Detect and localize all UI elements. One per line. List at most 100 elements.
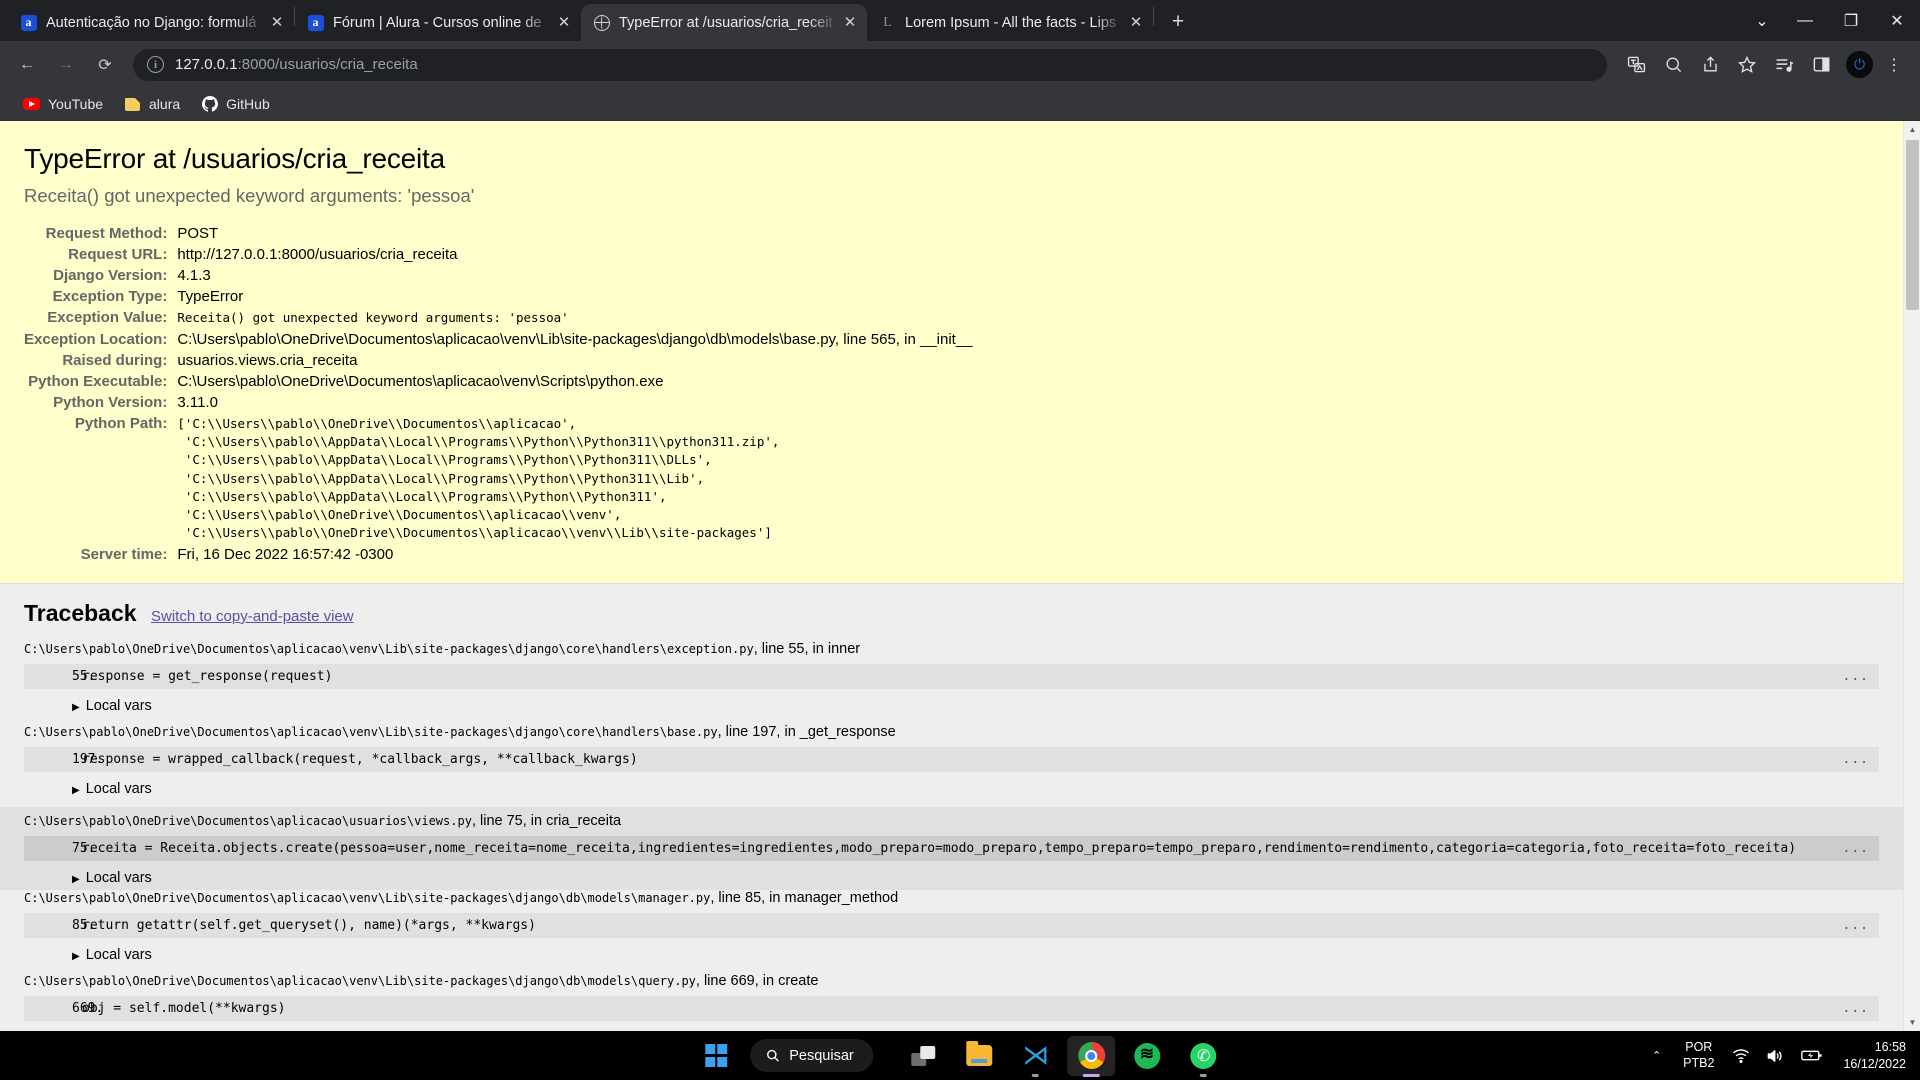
- tab-close-icon[interactable]: ✕: [839, 12, 861, 34]
- back-icon[interactable]: ←: [10, 48, 44, 82]
- frame-lineno: 75.: [72, 841, 96, 856]
- close-window-button[interactable]: ✕: [1874, 0, 1920, 41]
- error-subtitle: Receita() got unexpected keyword argumen…: [24, 185, 475, 206]
- meta-value: POST: [177, 225, 219, 242]
- clock-time: 16:58: [1874, 1040, 1906, 1055]
- switch-to-copy-paste-view-link[interactable]: Switch to copy-and-paste view: [151, 608, 354, 625]
- browser-toolbar: ← → ⟳ i 127.0.0.1:8000/usuarios/cria_rec…: [0, 41, 1920, 88]
- taskbar-item-task-view[interactable]: [900, 1036, 948, 1076]
- tab-0[interactable]: a Autenticação no Django: formulá ✕: [8, 4, 294, 41]
- ellipsis-icon: ...: [1842, 669, 1869, 684]
- table-row-server-time: Server time: Fri, 16 Dec 2022 16:57:42 -…: [24, 544, 973, 565]
- side-panel-icon[interactable]: [1805, 49, 1837, 81]
- youtube-icon: [23, 96, 40, 113]
- scrollbar-thumb[interactable]: [1906, 140, 1919, 310]
- tab-close-icon[interactable]: ✕: [1125, 12, 1147, 34]
- running-indicator: [1032, 1073, 1040, 1077]
- wifi-icon[interactable]: [1724, 1048, 1758, 1063]
- taskbar-item-google-chrome[interactable]: [1067, 1035, 1116, 1077]
- bookmark-alura-folder[interactable]: alura: [115, 92, 189, 117]
- tab-2-active[interactable]: TypeError at /usuarios/cria_receit ✕: [581, 4, 867, 41]
- frame-location: C:\Users\pablo\OneDrive\Documentos\aplic…: [24, 973, 1879, 989]
- bookmark-youtube[interactable]: YouTube: [14, 92, 112, 117]
- share-icon[interactable]: [1694, 49, 1726, 81]
- new-tab-button[interactable]: +: [1162, 6, 1194, 38]
- page-title: TypeError at /usuarios/cria_receita: [24, 143, 445, 174]
- screen: a Autenticação no Django: formulá ✕ a Fó…: [0, 0, 1920, 1080]
- meta-label: Python Executable:: [28, 373, 168, 391]
- local-vars-toggle[interactable]: ▶ Local vars: [24, 947, 1879, 963]
- reload-icon[interactable]: ⟳: [88, 48, 122, 82]
- frame-code-line[interactable]: 55. response = get_response(request)...: [24, 664, 1879, 689]
- translate-icon[interactable]: [1620, 49, 1652, 81]
- traceback-frame-3: C:\Users\pablo\OneDrive\Documentos\aplic…: [24, 890, 1879, 963]
- running-indicator: [1200, 1073, 1208, 1077]
- active-indicator: [1083, 1073, 1101, 1077]
- tab-1[interactable]: a Fórum | Alura - Cursos online de ✕: [295, 4, 581, 41]
- local-vars-toggle[interactable]: ▶ Local vars: [24, 870, 1879, 886]
- tab-close-icon[interactable]: ✕: [553, 12, 575, 34]
- url-text: 127.0.0.1:8000/usuarios/cria_receita: [175, 56, 418, 73]
- frame-tail: , line 197, in _get_response: [717, 724, 896, 740]
- volume-icon[interactable]: [1758, 1048, 1793, 1064]
- search-icon: [765, 1048, 780, 1063]
- bookmark-label: alura: [149, 96, 181, 112]
- bookmark-github[interactable]: GitHub: [192, 92, 279, 117]
- battery-charging-icon[interactable]: [1793, 1048, 1831, 1063]
- frame-tail: , line 75, in cria_receita: [471, 813, 622, 829]
- local-vars-toggle[interactable]: ▶ Local vars: [24, 698, 1879, 714]
- meta-label: Raised during:: [62, 352, 168, 370]
- start-button[interactable]: [692, 1036, 740, 1076]
- forward-icon[interactable]: →: [49, 48, 83, 82]
- frame-code-line[interactable]: 669. obj = self.model(**kwargs)...: [24, 996, 1879, 1021]
- tray-expand-chevron-icon[interactable]: ⌃: [1640, 1049, 1673, 1062]
- tab-close-icon[interactable]: ✕: [266, 12, 288, 34]
- search-icon[interactable]: [1657, 49, 1689, 81]
- frame-code-line[interactable]: 75. receita = Receita.objects.create(pess…: [24, 836, 1879, 861]
- chevron-down-icon[interactable]: ⌄: [1742, 0, 1782, 41]
- taskbar-item-spotify[interactable]: [1124, 1036, 1172, 1076]
- table-row: Python Version: 3.11.0: [24, 392, 973, 413]
- meta-label: Server time:: [80, 546, 168, 563]
- table-row: Exception Value: Receita() got unexpecte…: [24, 307, 973, 329]
- spotify-icon: [1134, 1042, 1161, 1069]
- triangle-right-icon: ▶: [72, 874, 80, 885]
- address-bar[interactable]: i 127.0.0.1:8000/usuarios/cria_receita: [133, 48, 1607, 81]
- taskbar-item-vs-code[interactable]: ⋊: [1012, 1036, 1060, 1077]
- tab-title: Fórum | Alura - Cursos online de: [333, 14, 542, 31]
- site-info-icon[interactable]: i: [147, 56, 164, 73]
- taskbar-item-whatsapp[interactable]: ✆: [1180, 1036, 1228, 1077]
- meta-value: Receita() got unexpected keyword argumen…: [177, 310, 569, 325]
- local-vars-toggle[interactable]: ▶ Local vars: [24, 781, 1879, 797]
- search-label: Pesquisar: [789, 1047, 854, 1064]
- scroll-down-icon[interactable]: ▼: [1904, 1014, 1920, 1031]
- error-meta-table: Request Method: POST Request URL: http:/…: [24, 223, 973, 565]
- reading-list-icon[interactable]: [1768, 49, 1800, 81]
- minimize-button[interactable]: —: [1782, 0, 1828, 41]
- taskbar-search[interactable]: Pesquisar: [750, 1039, 874, 1072]
- folder-icon: [124, 96, 141, 113]
- chrome-menu-icon[interactable]: ⋮: [1878, 49, 1910, 81]
- frame-lineno: 669.: [72, 1001, 104, 1016]
- traceback-frames: C:\Users\pablo\OneDrive\Documentos\aplic…: [0, 641, 1903, 1021]
- language-indicator[interactable]: POR PTB2: [1673, 1040, 1724, 1071]
- frame-path: C:\Users\pablo\OneDrive\Documentos\aplic…: [24, 974, 696, 988]
- frame-code-line[interactable]: 197. response = wrapped_callback(request,…: [24, 747, 1879, 772]
- windows-logo-icon: [705, 1044, 728, 1067]
- table-row: Request Method: POST: [24, 223, 973, 244]
- triangle-right-icon: ▶: [72, 702, 80, 713]
- frame-code: receita = Receita.objects.create(pessoa=…: [82, 841, 1797, 856]
- profile-avatar[interactable]: ⏻: [1846, 51, 1873, 78]
- scroll-up-icon[interactable]: ▲: [1904, 121, 1920, 138]
- frame-tail: , line 669, in create: [695, 973, 819, 989]
- tab-3[interactable]: L Lorem Ipsum - All the facts - Lips ✕: [867, 4, 1153, 41]
- taskbar-item-file-explorer[interactable]: [956, 1036, 1004, 1076]
- clock[interactable]: 16:58 16/12/2022: [1831, 1039, 1906, 1072]
- frame-lineno: 55.: [72, 669, 96, 684]
- vertical-scrollbar[interactable]: ▲ ▼: [1903, 121, 1920, 1031]
- meta-label: Request Method:: [45, 225, 168, 242]
- traceback-frame-4: C:\Users\pablo\OneDrive\Documentos\aplic…: [24, 973, 1879, 1021]
- frame-code-line[interactable]: 85. return getattr(self.get_queryset(), n…: [24, 913, 1879, 938]
- bookmark-star-icon[interactable]: [1731, 49, 1763, 81]
- maximize-button[interactable]: ❐: [1828, 0, 1874, 41]
